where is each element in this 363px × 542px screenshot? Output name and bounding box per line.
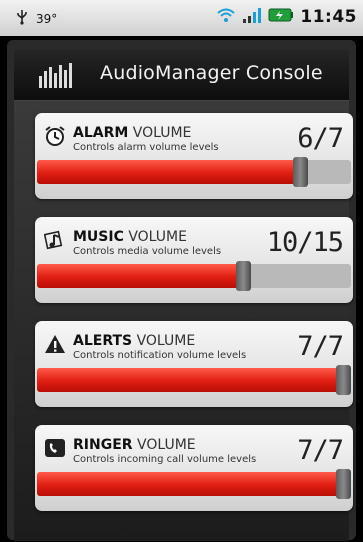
music-volume-title: MUSIC VOLUME — [73, 229, 187, 245]
ringer-volume-thumb[interactable] — [336, 469, 351, 499]
music-volume-fill — [37, 264, 238, 288]
music-volume-slider[interactable] — [37, 261, 351, 291]
ringer-volume-level: 7/7 — [297, 435, 344, 466]
ringer-volume-card: RINGER VOLUME Controls incoming call vol… — [35, 425, 353, 511]
alarm-volume-fill — [37, 160, 295, 184]
alerts-name: ALERTS — [73, 333, 133, 349]
ringer-name: RINGER — [73, 437, 133, 453]
wifi-icon — [216, 7, 236, 27]
ringer-volume-description: Controls incoming call volume levels — [73, 454, 257, 465]
music-volume-level: 10/15 — [266, 227, 344, 258]
alarm-volume-thumb[interactable] — [293, 157, 308, 187]
temperature-text: 39° — [36, 11, 58, 26]
signal-icon — [242, 7, 262, 27]
alarm-volume-slider[interactable] — [37, 157, 351, 187]
ringer-suffix: VOLUME — [137, 437, 196, 453]
alerts-volume-card: ALERTS VOLUME Controls notification volu… — [35, 321, 353, 407]
equalizer-icon — [38, 62, 74, 92]
alerts-volume-thumb[interactable] — [336, 365, 351, 395]
status-bar: 39° 11:45 — [0, 0, 363, 36]
alerts-volume-slider[interactable] — [37, 365, 351, 395]
ringer-volume-title: RINGER VOLUME — [73, 437, 196, 453]
music-name: MUSIC — [73, 229, 124, 245]
alarm-volume-card: ALARM VOLUME Controls alarm volume level… — [35, 113, 353, 199]
music-suffix: VOLUME — [128, 229, 187, 245]
alerts-volume-fill — [37, 368, 338, 392]
usb-icon — [16, 9, 28, 28]
music-volume-thumb[interactable] — [236, 261, 251, 291]
ringer-volume-fill — [37, 472, 338, 496]
alerts-volume-level: 7/7 — [297, 331, 344, 362]
clock: 11:45 — [300, 7, 357, 27]
phone-icon — [44, 437, 66, 459]
music-note-icon — [43, 229, 66, 251]
battery-icon — [268, 7, 294, 27]
alerts-suffix: VOLUME — [136, 333, 196, 349]
app-title: AudioManager Console — [100, 62, 323, 84]
alarm-name: ALARM — [73, 125, 129, 141]
music-volume-card: MUSIC VOLUME Controls media volume level… — [35, 217, 353, 303]
warning-icon — [44, 333, 66, 355]
alarm-volume-level: 6/7 — [297, 123, 344, 154]
alerts-volume-title: ALERTS VOLUME — [73, 333, 195, 349]
alerts-volume-description: Controls notification volume levels — [73, 350, 247, 361]
alarm-volume-description: Controls alarm volume levels — [73, 142, 219, 153]
ringer-volume-slider[interactable] — [37, 469, 351, 499]
alarm-suffix: VOLUME — [132, 125, 192, 141]
app-header: AudioManager Console — [14, 50, 349, 101]
alarm-volume-title: ALARM VOLUME — [73, 125, 191, 141]
alarm-clock-icon — [44, 125, 66, 147]
music-volume-description: Controls media volume levels — [73, 246, 222, 257]
